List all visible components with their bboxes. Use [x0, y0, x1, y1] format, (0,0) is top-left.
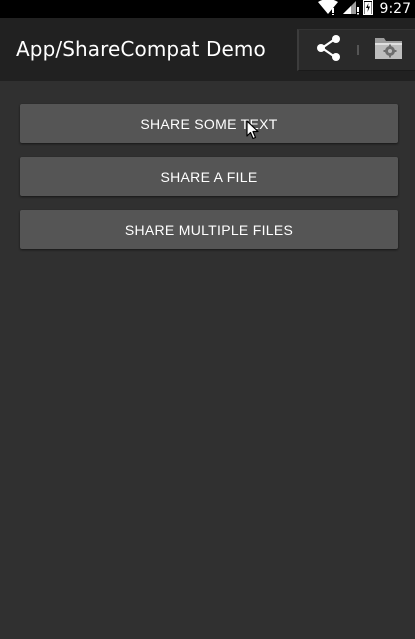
signal-icon [342, 0, 360, 20]
action-bar: App/ShareCompat Demo [0, 18, 415, 81]
app-title: App/ShareCompat Demo [16, 37, 266, 61]
file-manager-icon [373, 34, 405, 67]
file-manager-button[interactable] [365, 31, 413, 69]
share-file-button[interactable]: SHARE A FILE [20, 157, 398, 196]
wifi-icon [317, 0, 339, 20]
share-text-button[interactable]: SHARE SOME TEXT [20, 104, 398, 143]
share-icon [315, 34, 343, 67]
status-bar: 9:27 [0, 0, 415, 18]
share-multiple-files-button[interactable]: SHARE MULTIPLE FILES [20, 210, 398, 249]
app-screen: 9:27 App/ShareCompat Demo SHARE SOME TEX… [0, 0, 415, 639]
action-divider [357, 45, 359, 55]
battery-icon [362, 0, 373, 20]
share-button[interactable] [303, 31, 355, 69]
status-time: 9:27 [379, 1, 411, 17]
action-provider-group [297, 29, 415, 71]
status-icons: 9:27 [317, 0, 411, 18]
